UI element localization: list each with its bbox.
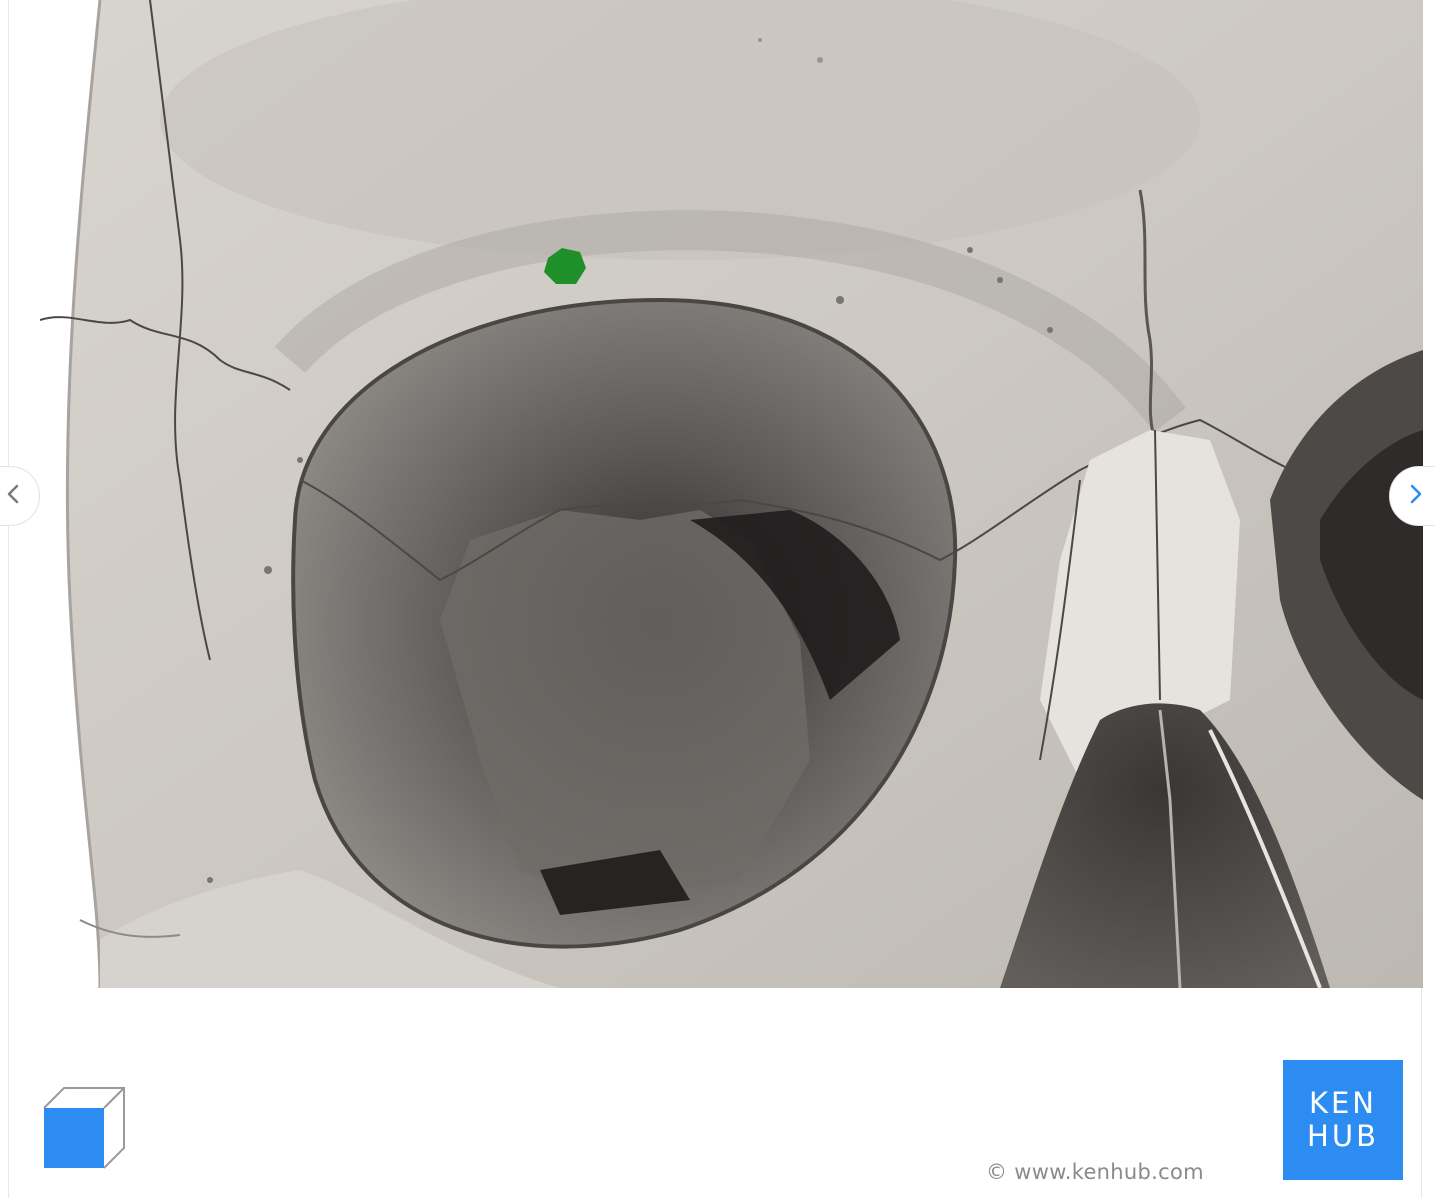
logo-line-2: HUB [1307,1119,1379,1153]
skull-orbit-illustration [40,0,1423,988]
cube-icon[interactable] [42,1086,126,1170]
chevron-left-icon [3,482,23,511]
copyright-text[interactable]: © www.kenhub.com [986,1158,1204,1186]
logo-line-1: KEN [1308,1086,1378,1120]
chevron-right-icon [1406,482,1426,511]
kenhub-logo[interactable]: KEN HUB [1283,1060,1403,1180]
